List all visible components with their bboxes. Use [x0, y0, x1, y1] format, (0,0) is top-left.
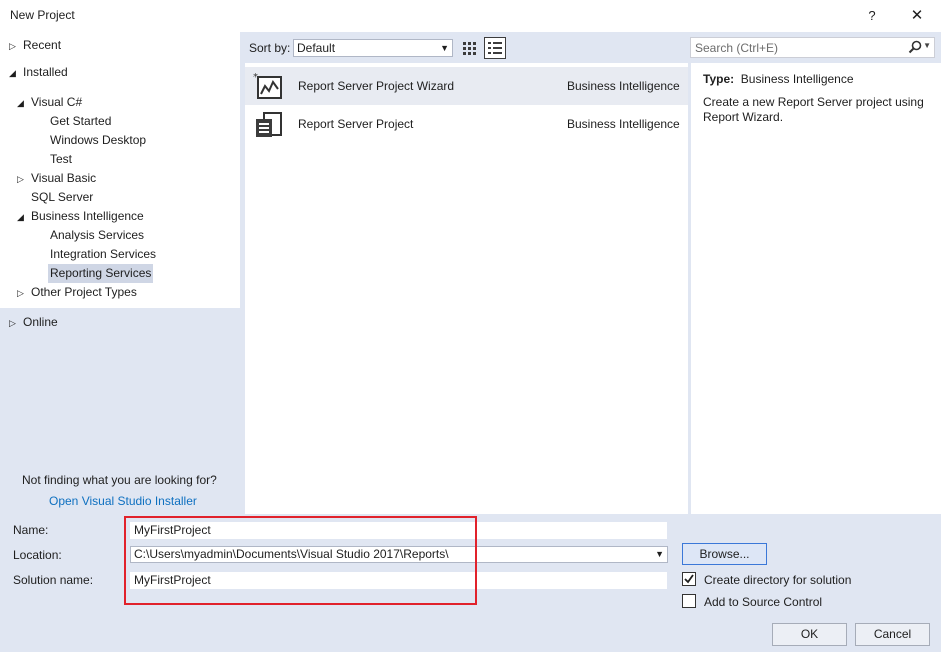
svg-text:*: *: [253, 72, 258, 83]
tree-node-test[interactable]: Test: [50, 150, 72, 169]
highlight-annotation-box: [124, 516, 477, 605]
collapse-arrow-icon[interactable]: ◢: [17, 208, 31, 227]
source-control-label[interactable]: Add to Source Control: [704, 595, 822, 609]
grid-view-icon[interactable]: [460, 38, 480, 58]
description-type: Type: Business Intelligence: [703, 72, 854, 86]
list-view-icon[interactable]: [484, 37, 506, 59]
cancel-button[interactable]: Cancel: [855, 623, 930, 646]
ok-button[interactable]: OK: [772, 623, 847, 646]
window-title: New Project: [10, 8, 75, 22]
tree-node-reporting-services[interactable]: Reporting Services: [48, 264, 154, 283]
expand-arrow-icon[interactable]: ▷: [9, 37, 23, 56]
open-installer-link[interactable]: Open Visual Studio Installer: [49, 494, 197, 508]
sort-value: Default: [297, 41, 336, 55]
template-row-report-project[interactable]: Report Server Project Business Intellige…: [245, 105, 688, 143]
tree-node-installed[interactable]: ◢ Installed: [9, 63, 68, 82]
location-label: Location:: [13, 548, 62, 562]
search-input[interactable]: Search (Ctrl+E) ▼: [690, 37, 935, 58]
collapse-arrow-icon[interactable]: ◢: [9, 64, 23, 83]
not-finding-text: Not finding what you are looking for?: [22, 473, 217, 487]
template-row-report-wizard[interactable]: * Report Server Project Wizard Business …: [245, 67, 688, 105]
description-panel: [690, 63, 941, 514]
template-category: Business Intelligence: [567, 117, 680, 131]
tree-node-business-intelligence[interactable]: ◢ Business Intelligence: [17, 207, 144, 226]
description-text: Create a new Report Server project using…: [703, 95, 924, 124]
template-category: Business Intelligence: [567, 79, 680, 93]
collapse-arrow-icon[interactable]: ◢: [17, 94, 31, 113]
tree-node-windows-desktop[interactable]: Windows Desktop: [50, 131, 146, 150]
tree-node-other-project-types[interactable]: ▷ Other Project Types: [17, 283, 137, 302]
template-list: * Report Server Project Wizard Business …: [245, 63, 688, 514]
dropdown-arrow-icon: ▼: [655, 549, 664, 559]
source-control-checkbox[interactable]: [682, 594, 696, 608]
search-icon[interactable]: [908, 40, 922, 54]
report-project-icon: [253, 109, 283, 139]
tree-node-visual-basic[interactable]: ▷ Visual Basic: [17, 169, 96, 188]
title-bar: [0, 0, 941, 32]
create-directory-label[interactable]: Create directory for solution: [704, 573, 851, 587]
tree-node-visual-csharp[interactable]: ◢ Visual C#: [17, 93, 82, 112]
tree-node-analysis-services[interactable]: Analysis Services: [50, 226, 144, 245]
report-wizard-icon: *: [253, 71, 283, 101]
tree-node-sql-server[interactable]: SQL Server: [31, 188, 93, 207]
tree-node-get-started[interactable]: Get Started: [50, 112, 111, 131]
search-placeholder: Search (Ctrl+E): [695, 41, 779, 55]
name-label: Name:: [13, 523, 49, 537]
solution-name-label: Solution name:: [13, 573, 94, 587]
tree-node-integration-services[interactable]: Integration Services: [50, 245, 156, 264]
checkmark-icon: [684, 574, 694, 584]
help-button[interactable]: ?: [858, 4, 886, 28]
create-directory-checkbox[interactable]: [682, 572, 696, 586]
expand-arrow-icon[interactable]: ▷: [17, 170, 31, 189]
expand-arrow-icon[interactable]: ▷: [9, 314, 23, 333]
sort-dropdown[interactable]: Default ▼: [293, 39, 453, 57]
template-name: Report Server Project: [298, 117, 414, 131]
browse-button[interactable]: Browse...: [682, 543, 767, 565]
dropdown-arrow-icon: ▼: [440, 43, 449, 53]
tree-node-online[interactable]: ▷ Online: [9, 313, 58, 332]
tree-node-recent[interactable]: ▷ Recent: [9, 36, 61, 55]
template-name: Report Server Project Wizard: [298, 79, 455, 93]
search-options-arrow-icon[interactable]: ▼: [923, 41, 931, 50]
expand-arrow-icon[interactable]: ▷: [17, 284, 31, 303]
close-button[interactable]: ✕: [900, 4, 934, 28]
sort-label: Sort by:: [249, 41, 291, 55]
